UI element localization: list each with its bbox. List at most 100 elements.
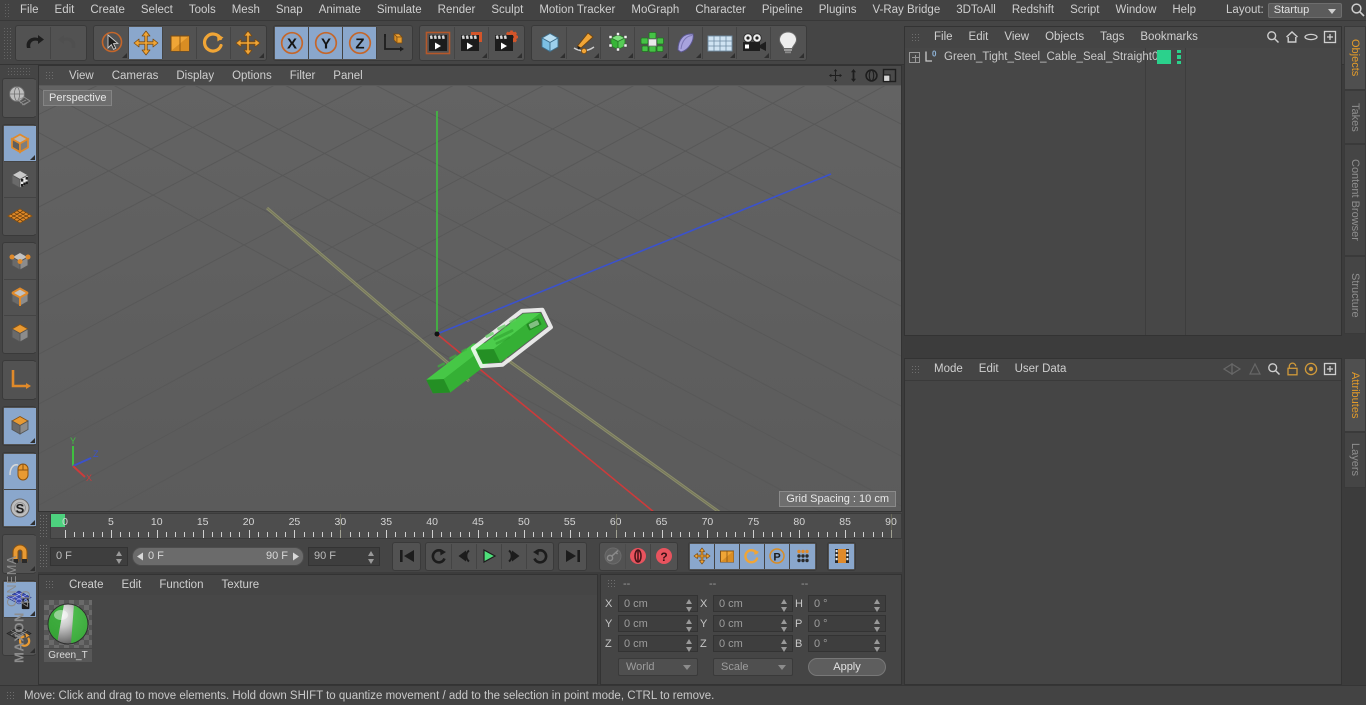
spinner-icon[interactable] [874,639,881,652]
menu-snap[interactable]: Snap [268,0,311,21]
menu-script[interactable]: Script [1062,0,1107,21]
search-icon[interactable] [1350,2,1366,18]
object-menu-objects[interactable]: Objects [1037,27,1092,48]
size-z-field[interactable]: 0 cm [713,635,793,652]
menu-select[interactable]: Select [133,0,181,21]
material-list[interactable]: Green_T [39,595,597,684]
add-generator-button[interactable] [601,26,635,59]
spinner-icon[interactable] [368,550,375,564]
viewport-menu-panel[interactable]: Panel [324,66,371,86]
end-frame-field[interactable]: 90 F [308,546,380,566]
position-y-field[interactable]: 0 cm [618,615,698,632]
record-rotation-button[interactable] [740,543,765,569]
menu-redshift[interactable]: Redshift [1004,0,1062,21]
tab-objects[interactable]: Objects [1344,26,1366,90]
add-scene-button[interactable] [703,26,737,59]
menu-simulate[interactable]: Simulate [369,0,430,21]
spinner-icon[interactable] [686,599,693,612]
back-nav-icon[interactable] [1222,362,1243,379]
menu-file[interactable]: File [12,0,47,21]
rotation-b-field[interactable]: 0 ° [808,635,886,652]
play-forward-button[interactable] [477,543,502,569]
search-icon[interactable] [1266,30,1280,47]
texture-mode-button[interactable] [4,162,36,198]
make-editable-button[interactable] [4,80,36,116]
position-z-field[interactable]: 0 cm [618,635,698,652]
material-tag-icon[interactable] [1157,50,1171,64]
ellipse-icon[interactable] [1304,30,1318,47]
spinner-icon[interactable] [781,639,788,652]
timeline-ruler[interactable]: 051015202530354045505560657075808590 [50,513,902,539]
viewport-3d[interactable]: Perspective Y Z X Grid Spacing: 10 cm [39,86,901,511]
lock-y-axis-button[interactable]: Y [309,26,343,59]
record-pla-button[interactable]: P [765,543,790,569]
preview-range-bar[interactable]: 0 F 90 F [132,546,304,566]
record-position-button[interactable] [690,543,715,569]
play-backwards-loop-button[interactable] [427,543,452,569]
position-x-field[interactable]: 0 cm [618,595,698,612]
tab-content-browser[interactable]: Content Browser [1344,144,1366,256]
record-parameter-button[interactable] [790,543,815,569]
live-selection-tool[interactable] [95,26,129,59]
add-deformer-button[interactable] [669,26,703,59]
lock-z-axis-button[interactable]: Z [343,26,377,59]
object-menu-bookmarks[interactable]: Bookmarks [1132,27,1206,48]
orbit-icon[interactable] [864,68,879,83]
material-item[interactable]: Green_T [44,600,98,662]
menu-motion-tracker[interactable]: Motion Tracker [531,0,623,21]
lock-x-axis-button[interactable]: X [275,26,309,59]
material-menu-function[interactable]: Function [150,575,212,595]
menu-edit[interactable]: Edit [47,0,83,21]
rotation-p-field[interactable]: 0 ° [808,615,886,632]
plus-box-icon[interactable] [1323,362,1337,379]
menu-sculpt[interactable]: Sculpt [483,0,531,21]
scale-tool[interactable] [163,26,197,59]
size-y-field[interactable]: 0 cm [713,615,793,632]
viewport-menu-cameras[interactable]: Cameras [103,66,168,86]
autokeying-button[interactable] [626,543,651,569]
menu-mograph[interactable]: MoGraph [623,0,687,21]
go-to-start-button[interactable] [394,543,419,569]
attribute-menu-user-data[interactable]: User Data [1007,359,1075,380]
object-tree[interactable]: 0 Green_Tight_Steel_Cable_Seal_Straight0… [905,48,1341,335]
plus-box-icon[interactable] [1323,30,1337,47]
viewport-menu-display[interactable]: Display [167,66,223,86]
enable-axis-button[interactable] [4,362,36,398]
tweak-mode-button[interactable] [4,454,36,490]
apply-button[interactable]: Apply [808,657,886,676]
material-menu-edit[interactable]: Edit [113,575,151,595]
rotate-tool[interactable] [197,26,231,59]
record-scale-button[interactable] [715,543,740,569]
home-icon[interactable] [1285,30,1299,47]
menu-pipeline[interactable]: Pipeline [754,0,811,21]
rotation-h-field[interactable]: 0 ° [808,595,886,612]
menu-tools[interactable]: Tools [181,0,224,21]
render-to-picture-viewer-button[interactable] [455,26,489,59]
record-active-objects-button[interactable] [601,543,626,569]
model-mode-button[interactable] [4,126,36,162]
current-frame-field[interactable]: 0 F [50,546,128,566]
play-forwards-loop-button[interactable] [527,543,552,569]
go-to-end-button[interactable] [560,543,585,569]
menu-help[interactable]: Help [1164,0,1204,21]
add-light-button[interactable] [771,26,805,59]
spinner-icon[interactable] [686,639,693,652]
menu-render[interactable]: Render [430,0,484,21]
transform-mode-dropdown[interactable]: Scale [713,657,793,676]
object-menu-file[interactable]: File [926,27,961,48]
coordinate-system-dropdown[interactable]: World [618,657,698,676]
soft-selection-button[interactable]: S [4,490,36,526]
menu-create[interactable]: Create [82,0,133,21]
menu-plugins[interactable]: Plugins [811,0,865,21]
keyframe-selection-button[interactable]: ? [651,543,676,569]
attribute-menu-edit[interactable]: Edit [971,359,1007,380]
lock-icon[interactable] [1286,362,1299,379]
dolly-icon[interactable] [846,68,861,83]
render-view-button[interactable] [421,26,455,59]
menu-window[interactable]: Window [1107,0,1164,21]
menu-mesh[interactable]: Mesh [224,0,268,21]
attribute-content-area[interactable] [905,380,1341,684]
timeline-button[interactable] [829,543,854,569]
maximize-viewport-icon[interactable] [882,68,897,83]
workplane-mode-button[interactable] [4,198,36,234]
